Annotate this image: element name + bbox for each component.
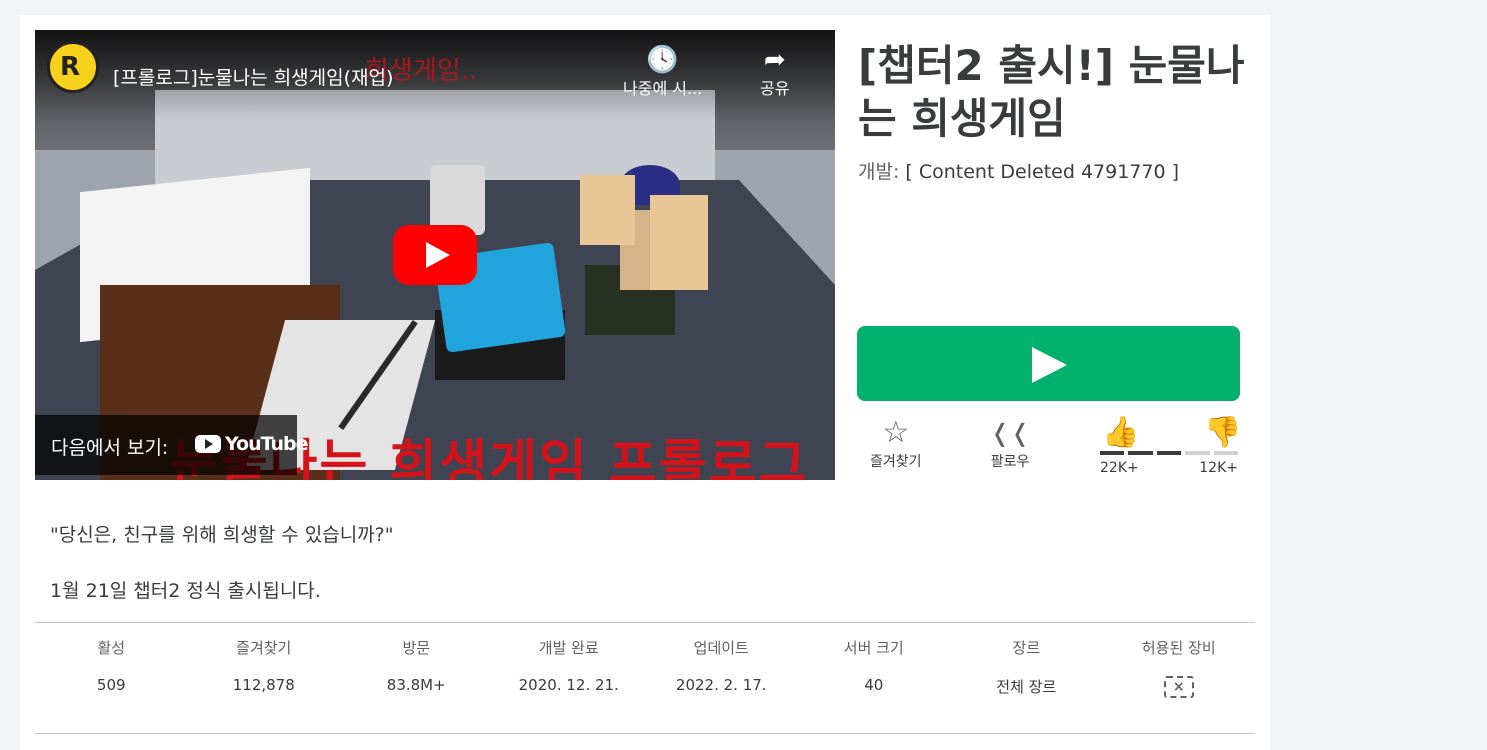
stat-value: × xyxy=(1103,676,1256,698)
favorite-label: 즐겨찾기 xyxy=(870,454,922,470)
stat-server-size: 서버 크기 40 xyxy=(798,637,951,698)
game-details-card: 희생게임.. 눈물나는 희생게임 프롤로그 R [프롤로그]눈물나는 희생게임(… xyxy=(20,15,1270,750)
vote-bar-segment xyxy=(1213,451,1239,455)
description-line-1: "당신은, 친구를 위해 희생할 수 있습니까?" xyxy=(50,524,394,546)
stat-value: 509 xyxy=(96,676,126,694)
favorite-button[interactable]: ☆ 즐겨찾기 xyxy=(870,415,922,471)
stat-value: 40 xyxy=(864,676,884,694)
stat-genre: 장르 전체 장르 xyxy=(950,637,1103,698)
share-icon: ➦ xyxy=(763,45,786,75)
stat-label: 서버 크기 xyxy=(843,639,904,657)
video-scene-figure-arm-left xyxy=(580,175,635,245)
no-gear-icon: × xyxy=(1163,676,1194,698)
video-scene-figure-arm-right xyxy=(650,195,708,290)
rss-icon: ❬❬ xyxy=(990,419,1031,447)
vote-bar-segment xyxy=(1185,451,1210,455)
share-label: 공유 xyxy=(760,79,790,98)
follow-button[interactable]: ❬❬ 팔로우 xyxy=(990,415,1030,471)
watch-on-label: 다음에서 보기: xyxy=(51,437,169,459)
watch-on-youtube-button[interactable]: 다음에서 보기: YouTube xyxy=(35,415,308,475)
stat-active: 활성 509 xyxy=(35,637,188,698)
stat-label: 장르 xyxy=(1012,639,1041,657)
description-line-2: 1월 21일 챕터2 정식 출시됩니다. xyxy=(50,580,321,602)
vote-bar-segment xyxy=(1128,451,1153,455)
divider xyxy=(35,622,1255,623)
watch-later-button[interactable]: 🕓 나중에 시... xyxy=(623,45,702,99)
channel-avatar[interactable]: R xyxy=(47,41,99,93)
stat-visits: 방문 83.8M+ xyxy=(340,637,493,698)
star-icon: ☆ xyxy=(882,415,910,450)
watch-later-icon: 🕓 xyxy=(646,45,679,75)
play-button[interactable] xyxy=(857,326,1240,401)
channel-avatar-initial: R xyxy=(60,52,81,82)
video-embed[interactable]: 희생게임.. 눈물나는 희생게임 프롤로그 R [프롤로그]눈물나는 희생게임(… xyxy=(35,30,835,480)
stat-favorites: 즐겨찾기 112,878 xyxy=(188,637,341,698)
stat-updated: 업데이트 2022. 2. 17. xyxy=(645,637,798,698)
stat-created: 개발 완료 2020. 12. 21. xyxy=(493,637,646,698)
youtube-wordmark: YouTube xyxy=(225,433,308,455)
watch-later-label: 나중에 시... xyxy=(623,79,703,98)
game-stats: 활성 509 즐겨찾기 112,878 방문 83.8M+ 개발 완료 2020… xyxy=(35,637,1255,698)
stat-label: 허용된 장비 xyxy=(1141,639,1216,657)
vote-ratio-bar xyxy=(1100,451,1239,455)
upvote-count: 22K+ xyxy=(1100,460,1139,476)
stat-label: 활성 xyxy=(97,639,126,657)
developer-link[interactable]: [ Content Deleted 4791770 ] xyxy=(905,161,1179,183)
stat-label: 즐겨찾기 xyxy=(236,639,292,657)
youtube-logo: YouTube xyxy=(195,432,308,456)
stat-value: 2020. 12. 21. xyxy=(518,676,619,694)
follow-label: 팔로우 xyxy=(990,454,1030,470)
vote-bar-segment xyxy=(1100,451,1125,455)
developer-line: 개발:[ Content Deleted 4791770 ] xyxy=(858,157,1179,184)
share-button[interactable]: ➦ 공유 xyxy=(760,45,789,99)
vote-bar-segment xyxy=(1156,451,1182,455)
stat-label: 개발 완료 xyxy=(538,639,599,657)
thumbs-up-icon[interactable]: 👍 xyxy=(1102,415,1139,450)
stat-allowed-gear: 허용된 장비 × xyxy=(1103,637,1256,698)
game-title: [챕터2 출시!] 눈물나는 희생게임 xyxy=(858,41,1245,143)
thumbs-down-icon[interactable]: 👎 xyxy=(1204,415,1241,450)
divider xyxy=(35,733,1255,734)
stat-label: 방문 xyxy=(402,639,431,657)
stat-value: 전체 장르 xyxy=(996,678,1057,696)
stat-value: 112,878 xyxy=(232,676,295,694)
vote-section: 👍 👎 22K+ 12K+ xyxy=(1100,415,1241,485)
stat-label: 업데이트 xyxy=(693,639,749,657)
stat-value: 2022. 2. 17. xyxy=(675,676,767,694)
stat-value: 83.8M+ xyxy=(386,676,446,694)
video-play-button[interactable] xyxy=(393,225,477,285)
youtube-play-icon xyxy=(195,435,221,453)
downvote-count: 12K+ xyxy=(1199,460,1238,476)
video-title[interactable]: [프롤로그]눈물나는 희생게임(재업) xyxy=(113,63,393,90)
developer-prefix: 개발: xyxy=(858,161,900,183)
